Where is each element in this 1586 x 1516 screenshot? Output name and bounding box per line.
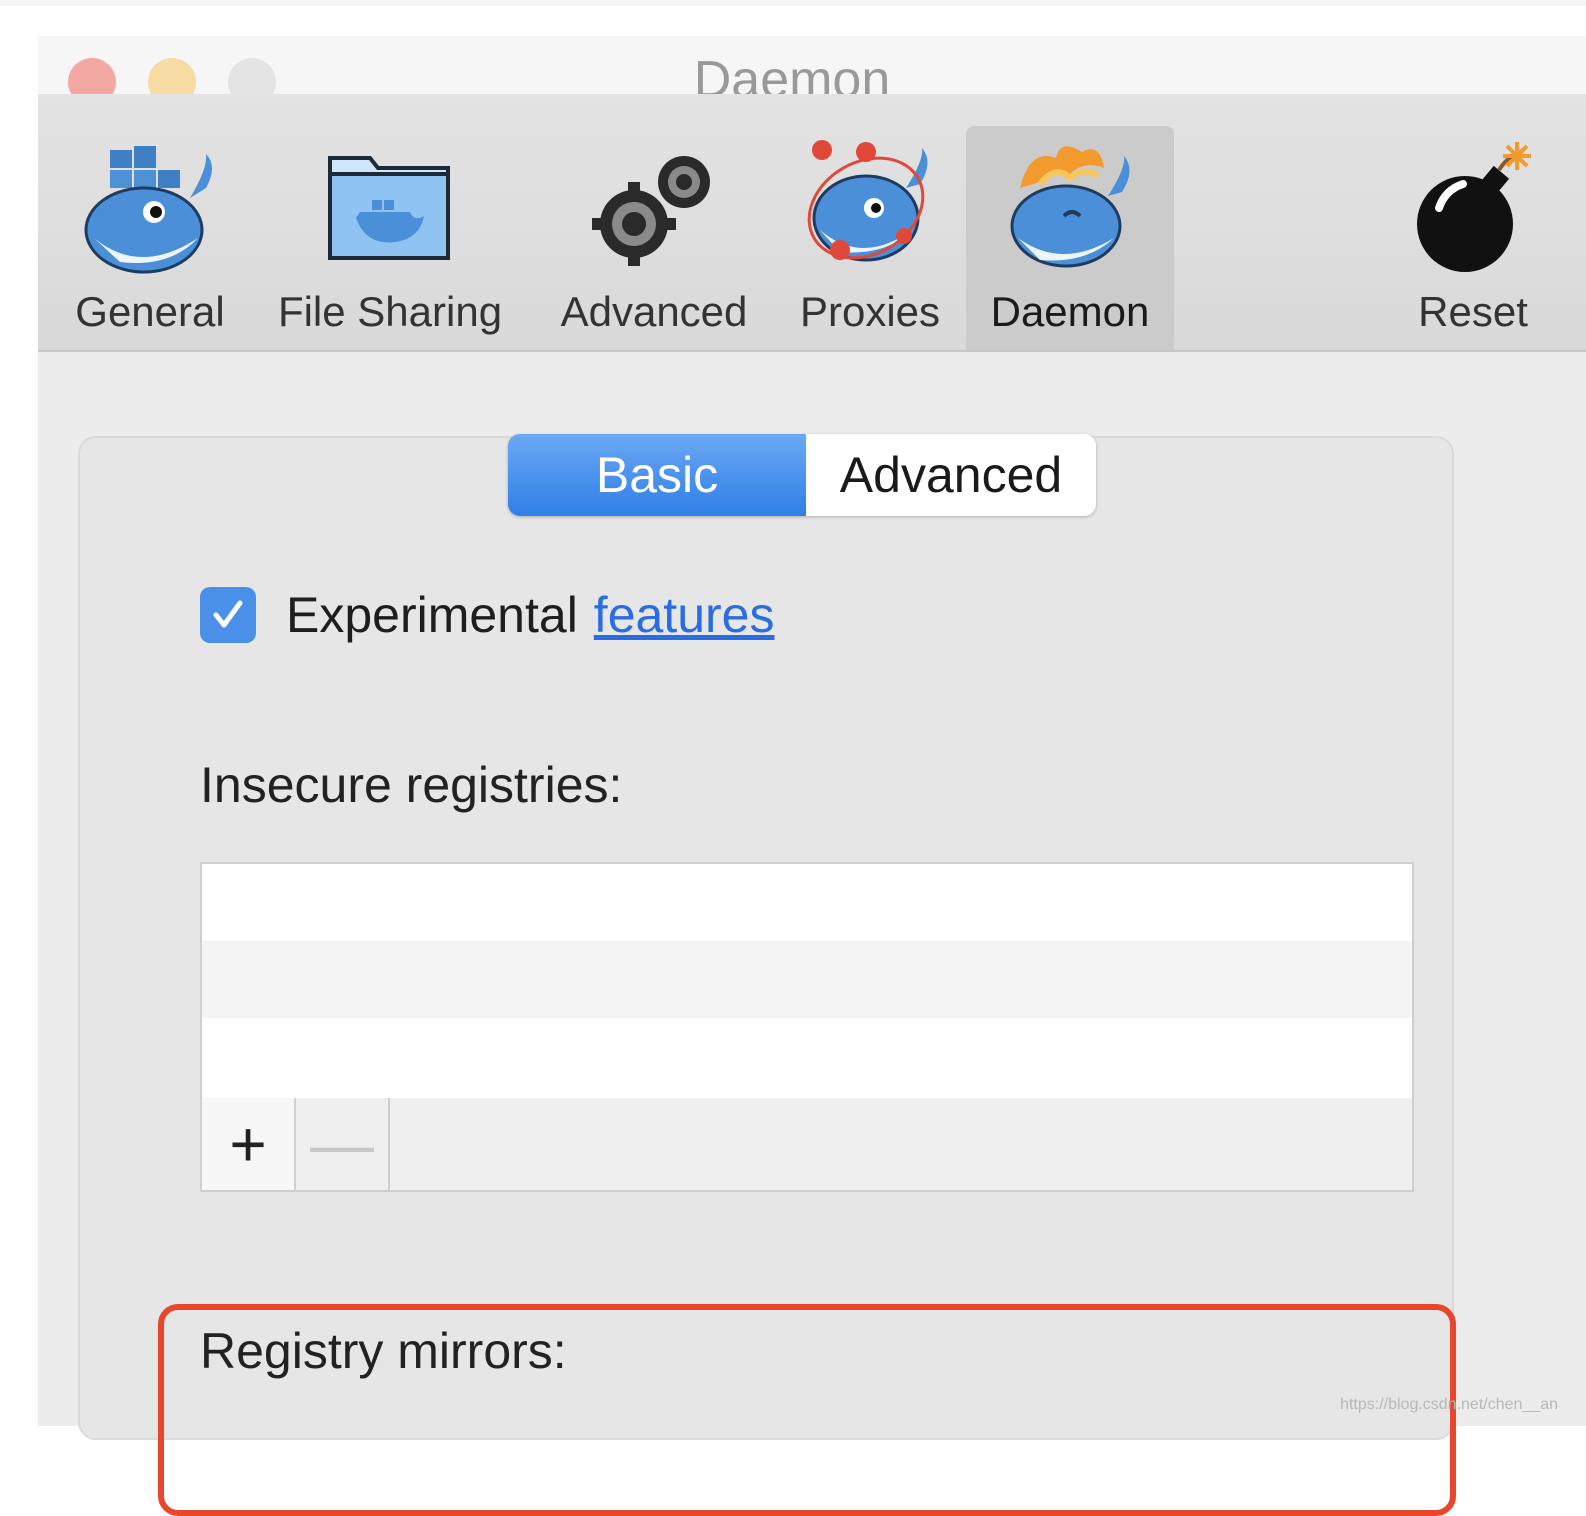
tab-advanced[interactable]: Advanced — [806, 434, 1096, 516]
remove-registry-button[interactable]: — — [296, 1098, 390, 1190]
toolbar-label: File Sharing — [277, 288, 503, 335]
toolbar-label: Reset — [1418, 288, 1528, 335]
toolbar-reset[interactable]: Reset — [1398, 94, 1548, 350]
experimental-label: Experimental — [286, 587, 578, 643]
tab-basic[interactable]: Basic — [508, 434, 806, 516]
top-edge — [0, 0, 1586, 6]
window-title: Daemon — [693, 51, 891, 94]
list-row[interactable] — [202, 864, 1412, 941]
proxy-whale-icon — [807, 140, 928, 262]
experimental-row: Experimental features — [200, 586, 774, 644]
mode-segmented-control: Basic Advanced — [508, 434, 1096, 516]
toolbar-proxies[interactable]: Proxies — [790, 94, 950, 350]
title-bar: Daemon — [38, 36, 1586, 94]
toolbar-daemon[interactable]: Daemon — [966, 126, 1174, 350]
experimental-checkbox[interactable] — [200, 587, 256, 643]
features-link[interactable]: features — [594, 586, 775, 644]
list-row[interactable] — [202, 941, 1412, 1018]
add-registry-button[interactable]: + — [202, 1098, 296, 1190]
gears-icon — [592, 156, 710, 266]
toolbar-label: Proxies — [799, 288, 941, 335]
preferences-toolbar: General File Sharing Advanced Proxies Da… — [38, 94, 1586, 352]
list-button-bar: + — — [200, 1098, 1414, 1192]
docker-whale-icon — [84, 146, 212, 274]
toolbar-general[interactable]: General — [68, 94, 232, 350]
folder-icon — [328, 156, 450, 260]
toolbar-label: General — [75, 288, 225, 335]
toolbar-label: Advanced — [560, 288, 748, 335]
watermark: https://blog.csdn.net/chen__an — [1340, 1396, 1558, 1413]
daemon-whale-icon — [1010, 146, 1130, 268]
checkmark-icon — [213, 600, 243, 628]
toolbar-file-sharing[interactable]: File Sharing — [264, 94, 516, 350]
toolbar-advanced[interactable]: Advanced — [550, 94, 758, 350]
insecure-registries-label: Insecure registries: — [200, 757, 623, 813]
toolbar-label: Daemon — [990, 288, 1150, 335]
insecure-registries-list[interactable] — [200, 862, 1414, 1100]
list-row[interactable] — [202, 1018, 1412, 1095]
bomb-icon — [1417, 142, 1531, 272]
registry-mirrors-label: Registry mirrors: — [200, 1323, 567, 1379]
